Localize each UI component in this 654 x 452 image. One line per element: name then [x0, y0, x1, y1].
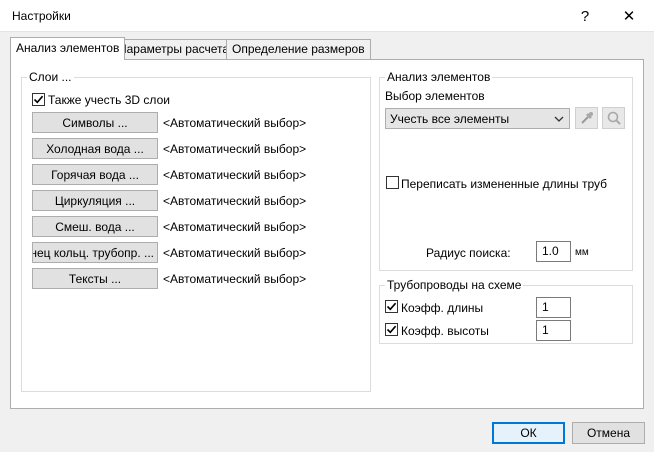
layer-value-cold-water: <Автоматический выбор> — [163, 142, 307, 156]
layer-button-hot-water[interactable]: Горячая вода ... — [32, 164, 158, 185]
select-elements-dropdown[interactable]: Учесть все элементы — [385, 108, 570, 129]
select-elements-label: Выбор элементов — [385, 89, 485, 103]
layer-button-texts[interactable]: Тексты ... — [32, 268, 158, 289]
search-radius-label: Радиус поиска: — [426, 246, 511, 260]
help-button[interactable]: ? — [562, 0, 608, 32]
layer-button-circulation-label: Циркуляция ... — [54, 193, 136, 208]
layer-button-ring-pipe-end-label: Конец кольц. трубопр. ... — [32, 245, 154, 260]
length-coef-input[interactable]: 1 — [536, 297, 571, 318]
chevron-down-icon — [554, 116, 564, 122]
height-coef-checkbox[interactable] — [385, 323, 398, 336]
include-3d-checkbox[interactable] — [32, 93, 45, 106]
cancel-button[interactable]: Отмена — [572, 422, 645, 444]
tab-element-analysis[interactable]: Анализ элементов — [10, 37, 126, 60]
eyedropper-icon — [580, 112, 593, 124]
close-button[interactable]: ✕ — [606, 0, 652, 32]
analysis-group-title: Анализ элементов — [387, 70, 491, 84]
rewrite-lengths-checkbox[interactable] — [386, 176, 399, 189]
layer-value-texts: <Автоматический выбор> — [163, 272, 307, 286]
layer-value-hot-water: <Автоматический выбор> — [163, 168, 307, 182]
magnifier-icon — [607, 111, 621, 125]
tab-dimensioning[interactable]: Определение размеров — [226, 39, 371, 59]
search-radius-unit: мм — [575, 247, 589, 258]
length-coef-checkbox[interactable] — [385, 300, 398, 313]
length-coef-label: Коэфф. длины — [401, 301, 484, 315]
layer-button-cold-water[interactable]: Холодная вода ... — [32, 138, 158, 159]
select-elements-value: Учесть все элементы — [390, 112, 510, 126]
zoom-element-button[interactable] — [602, 107, 625, 129]
height-coef-input[interactable]: 1 — [536, 320, 571, 341]
layer-value-symbols: <Автоматический выбор> — [163, 116, 307, 130]
search-radius-input[interactable]: 1.0 — [536, 241, 571, 262]
rewrite-lengths-label: Переписать измененные длины труб — [401, 177, 607, 191]
layer-value-ring-pipe-end: <Автоматический выбор> — [163, 246, 307, 260]
window-title: Настройки — [12, 9, 71, 23]
pipes-group-title: Трубопроводы на схеме — [387, 278, 522, 292]
tab-calc-params[interactable]: Параметры расчета — [112, 39, 236, 59]
layers-group-title: Слои ... — [29, 70, 72, 84]
layer-button-circulation[interactable]: Циркуляция ... — [32, 190, 158, 211]
layer-button-symbols-label: Символы ... — [62, 115, 128, 130]
title-bar: Настройки ? ✕ — [0, 0, 654, 32]
height-coef-label: Коэфф. высоты — [401, 324, 489, 338]
layer-value-mixed-water: <Автоматический выбор> — [163, 220, 307, 234]
ok-button[interactable]: ОК — [492, 422, 565, 444]
pick-element-button[interactable] — [575, 107, 598, 129]
layer-button-mixed-water-label: Смеш. вода ... — [55, 219, 135, 234]
layer-button-hot-water-label: Горячая вода ... — [51, 167, 139, 182]
layer-value-circulation: <Автоматический выбор> — [163, 194, 307, 208]
include-3d-label: Также учесть 3D слои — [48, 93, 170, 107]
layer-button-symbols[interactable]: Символы ... — [32, 112, 158, 133]
layer-button-ring-pipe-end[interactable]: Конец кольц. трубопр. ... — [32, 242, 158, 263]
layer-button-cold-water-label: Холодная вода ... — [46, 141, 144, 156]
layer-button-mixed-water[interactable]: Смеш. вода ... — [32, 216, 158, 237]
layer-button-texts-label: Тексты ... — [68, 271, 122, 286]
